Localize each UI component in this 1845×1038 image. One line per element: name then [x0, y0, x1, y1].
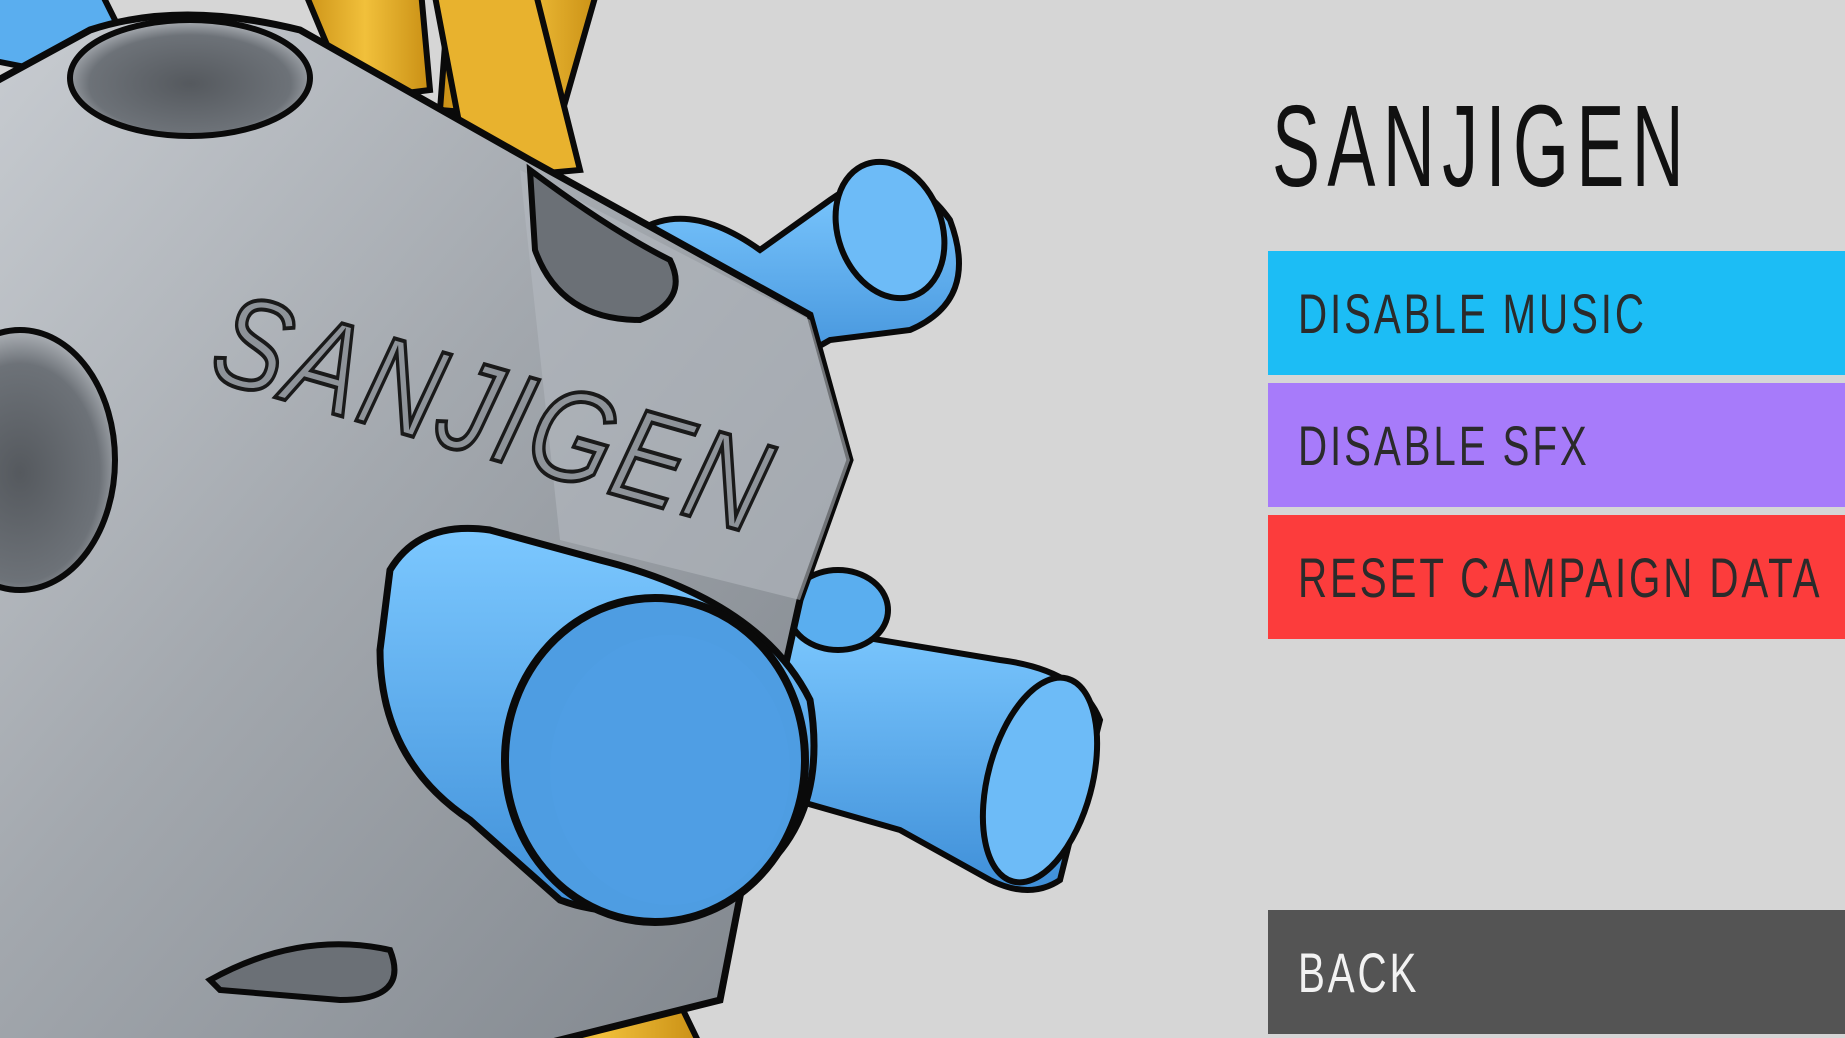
hole-top	[67, 17, 313, 139]
disable-music-label: DISABLE MUSIC	[1298, 281, 1647, 345]
back-button[interactable]: BACK	[1268, 910, 1845, 1034]
reset-campaign-data-label: RESET CAMPAIGN DATA	[1298, 545, 1823, 609]
reset-campaign-data-button[interactable]: RESET CAMPAIGN DATA	[1268, 515, 1845, 639]
disable-sfx-button[interactable]: DISABLE SFX	[1268, 383, 1845, 507]
disable-music-button[interactable]: DISABLE MUSIC	[1268, 251, 1845, 375]
game-title: SANJIGEN	[1272, 81, 1692, 211]
back-label: BACK	[1298, 940, 1420, 1004]
game-screen: SANJIGEN SANJIGEN DISABLE MUSIC DISABLE …	[0, 0, 1845, 1038]
disable-sfx-label: DISABLE SFX	[1298, 413, 1590, 477]
